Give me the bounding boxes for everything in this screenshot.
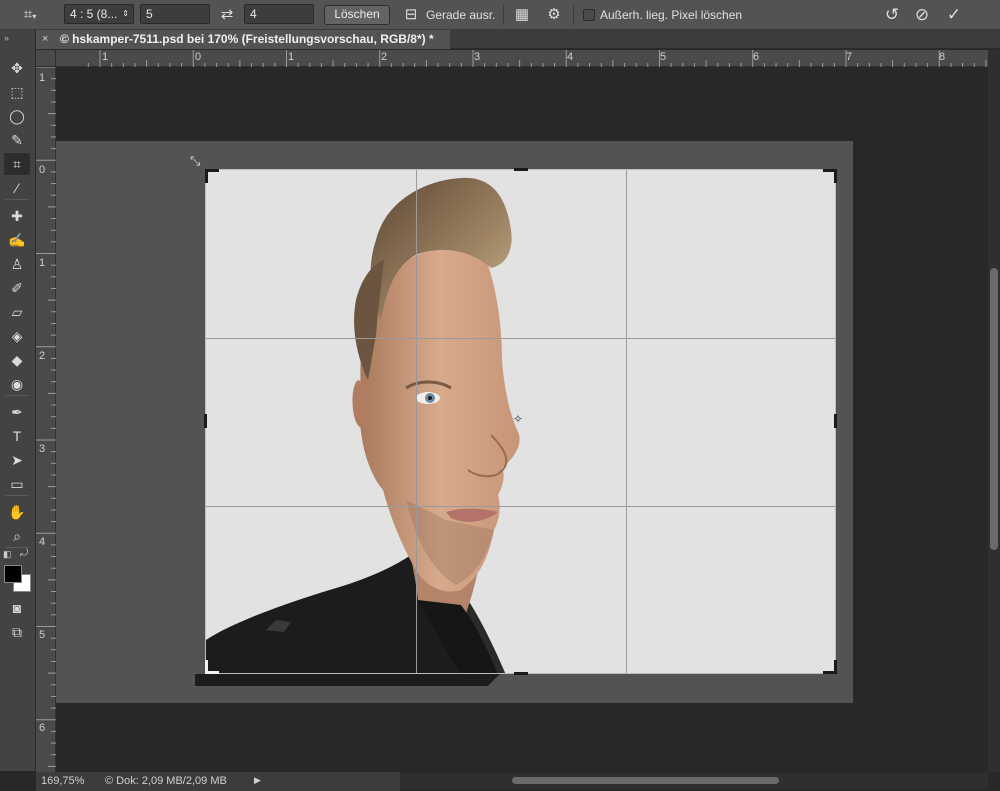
v-ruler-label: 2 xyxy=(39,350,46,362)
crop-grid-line xyxy=(626,170,627,673)
h-ruler-label: 0 xyxy=(195,51,202,63)
document-tab-title: © hskamper-7511.psd bei 170% (Freistellu… xyxy=(60,32,434,46)
v-ruler-label: 0 xyxy=(39,164,46,176)
crop-width-input[interactable]: 5 xyxy=(140,4,210,24)
v-ruler-label: 1 xyxy=(39,72,46,84)
paint-bucket-tool-icon[interactable]: ◈ xyxy=(4,325,30,347)
ruler-corner xyxy=(36,50,56,67)
delete-cropped-pixels-checkbox[interactable] xyxy=(583,9,595,21)
overlay-grid-icon[interactable]: ▦ xyxy=(510,5,534,25)
tool-separator xyxy=(5,199,29,200)
h-ruler-label: 2 xyxy=(381,51,388,63)
clear-button[interactable]: Löschen xyxy=(324,5,390,25)
document-tab[interactable]: © hskamper-7511.psd bei 170% (Freistellu… xyxy=(36,30,450,49)
tool-separator xyxy=(5,495,29,496)
ratio-select-chevron-icon: ⇕ xyxy=(122,9,129,18)
type-tool-icon[interactable]: T xyxy=(4,425,30,447)
quick-mask-icon[interactable]: ◙ xyxy=(4,597,30,619)
swap-colors-icon[interactable]: ⤾ xyxy=(20,548,28,559)
lasso-tool-icon[interactable]: ◯ xyxy=(4,105,30,127)
crop-tool-preset-icon[interactable]: ⌗▾ xyxy=(18,5,42,25)
h-ruler-label: 5 xyxy=(660,51,667,63)
crop-tool-icon[interactable]: ⌗ xyxy=(4,153,30,175)
v-ruler-label: 4 xyxy=(39,536,46,548)
collapse-panel-icon[interactable]: » xyxy=(4,33,9,43)
crop-handle-bottom[interactable] xyxy=(514,672,528,675)
pen-tool-icon[interactable]: ✒ xyxy=(4,401,30,423)
reset-icon[interactable]: ↺ xyxy=(880,5,904,25)
crop-height-input[interactable]: 4 xyxy=(244,4,314,24)
hand-tool-icon[interactable]: ✋ xyxy=(4,501,30,523)
tool-separator xyxy=(5,395,29,396)
quick-select-tool-icon[interactable]: ✎ xyxy=(4,129,30,151)
h-ruler-label: 7 xyxy=(846,51,853,63)
zoom-level[interactable]: 169,75% xyxy=(41,775,84,787)
rotate-cursor-icon: ⤡ xyxy=(190,153,201,168)
blur-tool-icon[interactable]: ◆ xyxy=(4,349,30,371)
status-bar: 169,75% © Dok: 2,09 MB/2,09 MB ▶ xyxy=(36,772,400,791)
crop-grid-line xyxy=(206,506,835,507)
v-ruler-label: 1 xyxy=(39,257,46,269)
crop-center-point-icon: ✧ xyxy=(513,412,524,426)
h-ruler-label: 1 xyxy=(102,51,109,63)
photo-bottom-overflow xyxy=(195,674,500,686)
delete-cropped-pixels-label[interactable]: Außerh. lieg. Pixel löschen xyxy=(600,8,742,22)
crop-handle-top-left[interactable] xyxy=(205,169,219,183)
h-ruler-label: 4 xyxy=(567,51,574,63)
crop-handle-left[interactable] xyxy=(204,414,207,428)
brush-tool-icon[interactable]: ✍ xyxy=(4,229,30,251)
h-ruler-label: 6 xyxy=(753,51,760,63)
crop-handle-top-right[interactable] xyxy=(823,169,837,183)
cancel-icon[interactable]: ⊘ xyxy=(910,5,934,25)
crop-handle-top[interactable] xyxy=(514,168,528,171)
v-ruler-label: 3 xyxy=(39,443,46,455)
straighten-label[interactable]: Gerade ausr. xyxy=(426,8,495,22)
move-tool-icon[interactable]: ✥ xyxy=(4,57,30,79)
straighten-icon[interactable]: ⊟ xyxy=(400,5,422,25)
horizontal-scroll-thumb[interactable] xyxy=(512,777,779,784)
eyedropper-tool-icon[interactable]: ⁄ xyxy=(4,177,30,199)
document-size: © Dok: 2,09 MB/2,09 MB xyxy=(105,775,227,787)
h-ruler-label: 3 xyxy=(474,51,481,63)
ratio-select[interactable]: 4 : 5 (8... ⇕ xyxy=(64,4,134,24)
history-brush-tool-icon[interactable]: ✐ xyxy=(4,277,30,299)
foreground-color-swatch[interactable] xyxy=(4,565,22,583)
screen-mode-icon[interactable]: ⧉ xyxy=(4,621,30,643)
crop-handle-bottom-left[interactable] xyxy=(205,660,219,674)
zoom-tool-icon[interactable]: ⌕ xyxy=(4,525,30,547)
crop-handle-bottom-right[interactable] xyxy=(823,660,837,674)
eraser-tool-icon[interactable]: ▱ xyxy=(4,301,30,323)
swap-icon[interactable]: ⇄ xyxy=(216,5,238,25)
v-ruler-label: 5 xyxy=(39,629,46,641)
options-separator xyxy=(503,5,504,25)
crop-grid-line xyxy=(416,170,417,673)
h-ruler-label: 8 xyxy=(939,51,946,63)
tab-close-icon[interactable]: × xyxy=(42,30,54,49)
rectangle-tool-icon[interactable]: ▭ xyxy=(4,473,30,495)
clone-stamp-tool-icon[interactable]: ♙ xyxy=(4,253,30,275)
healing-brush-tool-icon[interactable]: ✚ xyxy=(4,205,30,227)
default-colors-icon[interactable]: ◧ xyxy=(3,549,12,560)
crop-grid-line xyxy=(206,338,835,339)
vertical-scroll-thumb[interactable] xyxy=(990,268,998,550)
dodge-tool-icon[interactable]: ◉ xyxy=(4,373,30,395)
v-ruler-label: 6 xyxy=(39,722,46,734)
gear-icon[interactable]: ⚙ xyxy=(542,5,566,25)
path-select-tool-icon[interactable]: ➤ xyxy=(4,449,30,471)
rect-marquee-tool-icon[interactable]: ⬚ xyxy=(4,81,30,103)
status-menu-arrow-icon[interactable]: ▶ xyxy=(254,775,261,786)
ratio-select-label: 4 : 5 (8... xyxy=(70,7,118,21)
options-separator xyxy=(573,5,574,25)
crop-handle-right[interactable] xyxy=(834,414,837,428)
commit-check-icon[interactable]: ✓ xyxy=(942,5,966,25)
h-ruler-label: 1 xyxy=(288,51,295,63)
